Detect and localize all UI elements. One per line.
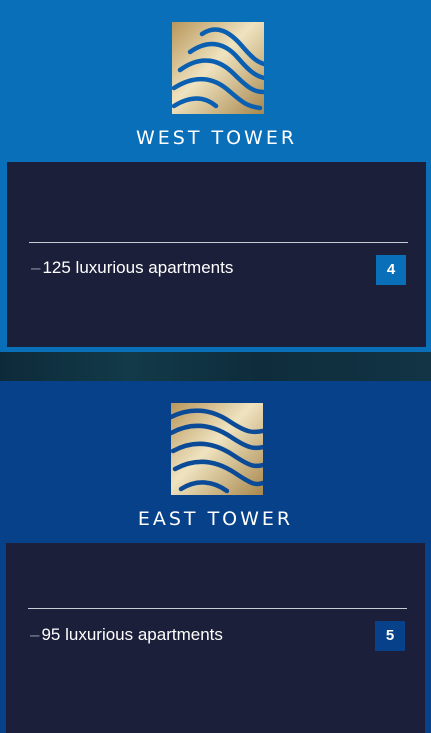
- tower-info-panel: –125 luxurious apartments 4: [7, 162, 426, 347]
- page-number-badge[interactable]: 4: [376, 255, 406, 285]
- divider: [28, 608, 407, 609]
- east-tower-card[interactable]: EAST TOWER –95 luxurious apartments 5: [0, 381, 431, 733]
- apartment-count-text: –95 luxurious apartments: [30, 625, 223, 645]
- dash-glyph: –: [30, 625, 40, 644]
- feature-label: 95 luxurious apartments: [41, 625, 223, 644]
- apartment-count-text: –125 luxurious apartments: [31, 258, 233, 278]
- dash-glyph: –: [31, 258, 41, 277]
- tower-title: WEST TOWER: [135, 127, 298, 149]
- tower-info-panel: –95 luxurious apartments 5: [6, 543, 425, 733]
- tower-title: EAST TOWER: [137, 508, 294, 530]
- west-tower-card[interactable]: WEST TOWER –125 luxurious apartments 4: [0, 0, 431, 352]
- page-number-badge[interactable]: 5: [375, 621, 405, 651]
- divider-strip: [0, 352, 431, 381]
- feature-label: 125 luxurious apartments: [42, 258, 234, 277]
- brochure-page: WEST TOWER –125 luxurious apartments 4 E…: [0, 0, 431, 733]
- gold-wave-logo-icon: [172, 22, 264, 114]
- divider: [29, 242, 408, 243]
- gold-wave-logo-icon: [171, 403, 263, 495]
